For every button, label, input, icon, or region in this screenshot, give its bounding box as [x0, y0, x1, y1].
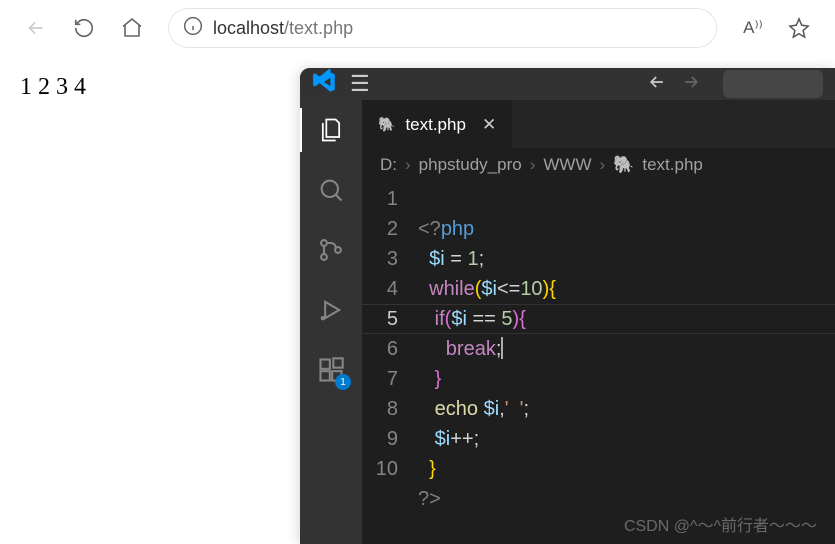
- nav-back-icon[interactable]: [647, 72, 667, 97]
- extensions-badge: 1: [335, 374, 351, 390]
- tab-bar: 🐘 text.php ✕: [362, 100, 835, 148]
- nav-forward-icon[interactable]: [681, 72, 701, 97]
- command-center[interactable]: [723, 70, 823, 98]
- line-gutter: 12345678910: [362, 184, 418, 544]
- chevron-right-icon: ›: [530, 155, 536, 175]
- refresh-button[interactable]: [64, 8, 104, 48]
- crumb-drive: D:: [380, 155, 397, 175]
- explorer-icon[interactable]: [315, 114, 347, 146]
- tab-filename: text.php: [405, 115, 466, 135]
- crumb-folder: phpstudy_pro: [419, 155, 522, 175]
- vscode-logo-icon: [312, 69, 338, 100]
- back-button[interactable]: [16, 8, 56, 48]
- activity-bar: 1: [300, 100, 362, 544]
- source-control-icon[interactable]: [315, 234, 347, 266]
- run-debug-icon[interactable]: [315, 294, 347, 326]
- vscode-window: ☰ 1 🐘 text.php ✕ D:: [300, 68, 835, 544]
- extensions-icon[interactable]: 1: [315, 354, 347, 386]
- current-line-highlight: [362, 304, 835, 334]
- code-content: <?php $i = 1; while($i<=10){ if($i == 5)…: [418, 184, 835, 544]
- code-editor[interactable]: 12345678910 <?php $i = 1; while($i<=10){…: [362, 182, 835, 544]
- vscode-titlebar: ☰: [300, 68, 835, 100]
- crumb-folder: WWW: [543, 155, 591, 175]
- browser-toolbar: localhost/text.php A⁾⁾: [0, 0, 835, 56]
- php-file-icon: 🐘: [613, 155, 634, 175]
- read-aloud-button[interactable]: A⁾⁾: [733, 8, 773, 48]
- menu-button[interactable]: ☰: [350, 71, 370, 97]
- home-button[interactable]: [112, 8, 152, 48]
- crumb-file: text.php: [642, 155, 703, 175]
- php-file-icon: 🐘: [378, 116, 395, 133]
- watermark-text: CSDN @^～^前行者～～～: [624, 512, 817, 536]
- editor-tab[interactable]: 🐘 text.php ✕: [362, 100, 512, 148]
- site-info-icon[interactable]: [183, 16, 203, 41]
- favorite-button[interactable]: [779, 8, 819, 48]
- address-bar[interactable]: localhost/text.php: [168, 8, 717, 48]
- breadcrumbs[interactable]: D: › phpstudy_pro › WWW › 🐘 text.php: [362, 148, 835, 182]
- editor-area: 🐘 text.php ✕ D: › phpstudy_pro › WWW › 🐘…: [362, 100, 835, 544]
- chevron-right-icon: ›: [600, 155, 606, 175]
- text-cursor: [501, 337, 503, 359]
- chevron-right-icon: ›: [405, 155, 411, 175]
- close-icon[interactable]: ✕: [482, 115, 496, 135]
- url-text: localhost/text.php: [213, 18, 353, 39]
- search-icon[interactable]: [315, 174, 347, 206]
